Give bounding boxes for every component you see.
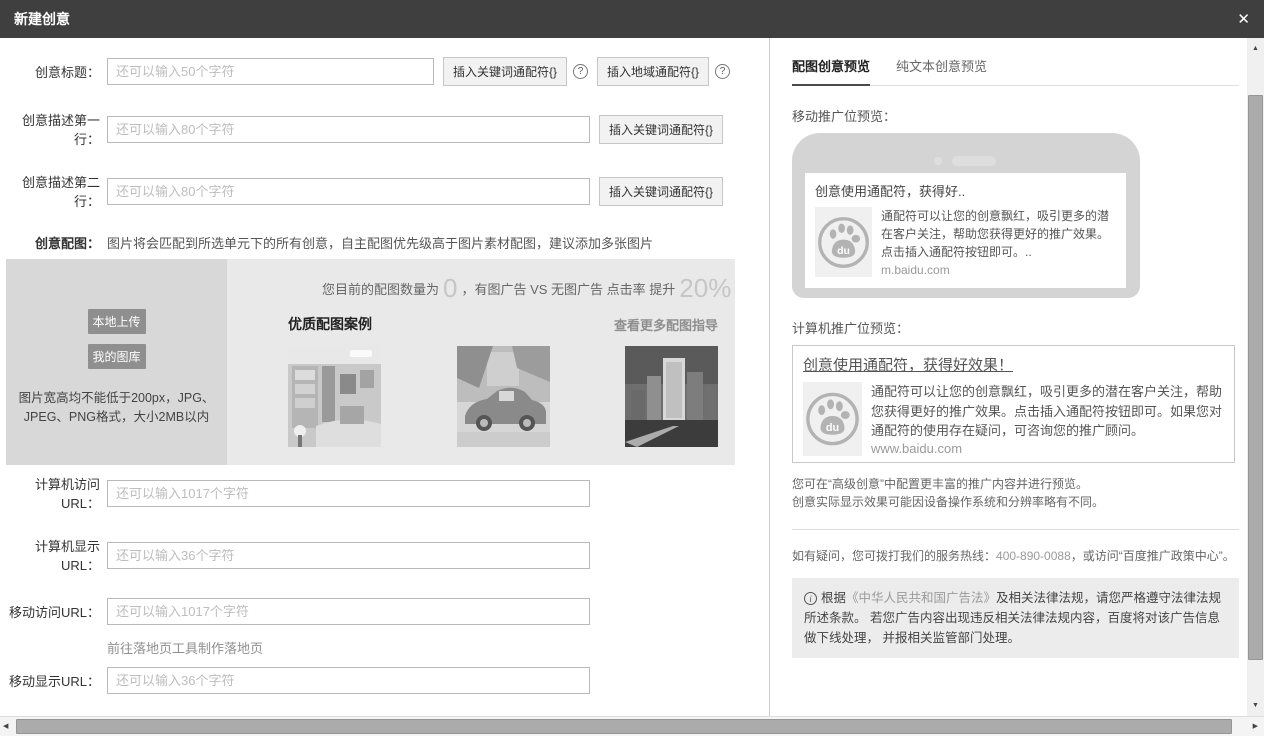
case-image-interior xyxy=(288,346,381,447)
baidu-logo-icon: du xyxy=(803,382,862,456)
creative-image-row: 创意配图： 图片将会匹配到所选单元下的所有创意，自主配图优先级高于图片素材配图，… xyxy=(0,233,769,252)
legal-notice-box: i根据《中华人民共和国广告法》及相关法律法规，请您严格遵守法律法规所述条款。 若… xyxy=(792,578,1239,658)
more-guidance-link[interactable]: 查看更多配图指导 xyxy=(614,315,718,334)
horizontal-scrollbar[interactable]: ◀ ▶ xyxy=(0,716,1264,736)
creative-image-hint: 图片将会匹配到所选单元下的所有创意，自主配图优先级高于图片素材配图，建议添加多张… xyxy=(107,233,653,252)
info-icon: i xyxy=(804,592,817,605)
pc-ad-card: 创意使用通配符，获得好效果！ du 通配符可以让您的创意飘红，吸引更多的潜在客户… xyxy=(792,345,1235,463)
preview-tabs: 配图创意预览 纯文本创意预览 xyxy=(792,56,1239,86)
pc-display-url-input[interactable] xyxy=(107,542,590,569)
pc-display-url-row: 计算机显示URL： xyxy=(0,536,769,574)
creative-image-label: 创意配图： xyxy=(0,233,100,252)
mobile-url-row: 移动访问URL： xyxy=(0,598,769,625)
image-count-value: 0 xyxy=(443,273,457,304)
creative-title-label: 创意标题： xyxy=(0,62,100,81)
description-line1-row: 创意描述第一行： 插入关键词通配符{} xyxy=(0,110,769,148)
mobile-ad-text: 通配符可以让您的创意飘红，吸引更多的潜在客户关注，帮助您获得更好的推广效果。点击… xyxy=(881,207,1116,261)
pc-ad-title: 创意使用通配符，获得好效果！ xyxy=(803,354,1224,375)
mobile-display-url-input[interactable] xyxy=(107,667,590,694)
tab-image-creative-preview[interactable]: 配图创意预览 xyxy=(792,56,870,86)
stats-prefix: 您目前的配图数量为 xyxy=(322,279,439,298)
description-line1-label: 创意描述第一行： xyxy=(0,110,100,148)
case-image-car xyxy=(457,346,550,447)
insert-keyword-wildcard-button[interactable]: 插入关键词通配符{} xyxy=(599,177,723,206)
insert-region-wildcard-button[interactable]: 插入地域通配符{} xyxy=(597,57,709,86)
pc-preview-label: 计算机推广位预览： xyxy=(792,318,1239,337)
phone-speaker-icon xyxy=(952,156,996,166)
creative-preview-pane: 配图创意预览 纯文本创意预览 移动推广位预览： 创意使用通配符，获得好.. xyxy=(770,38,1247,716)
pc-ad-text: 通配符可以让您的创意飘红，吸引更多的潜在客户关注，帮助您获得更好的推广效果。点击… xyxy=(871,382,1224,441)
horizontal-scrollbar-thumb[interactable] xyxy=(16,719,1232,734)
upload-panel: 本地上传 我的图库 图片宽高均不能低于200px，JPG、JPEG、PNG格式，… xyxy=(6,259,227,465)
dialog-header: 新建创意 ✕ xyxy=(0,0,1264,38)
mobile-display-url-row: 移动显示URL： xyxy=(0,667,769,694)
svg-text:du: du xyxy=(837,245,850,256)
mobile-url-label: 移动访问URL： xyxy=(0,602,100,621)
creative-form-pane: 创意标题： 插入关键词通配符{} ? 插入地域通配符{} ? 创意描述第一行： … xyxy=(0,38,770,716)
creative-title-row: 创意标题： 插入关键词通配符{} ? 插入地域通配符{} ? xyxy=(0,57,769,86)
description-line2-input[interactable] xyxy=(107,178,590,205)
stats-middle: ，有图广告 VS 无图广告 点击率 提升 xyxy=(461,279,675,298)
hotline-suffix: ，或访问“百度推广政策中心”。 xyxy=(1071,549,1235,563)
mobile-display-url-label: 移动显示URL： xyxy=(0,671,100,690)
preview-notes: 您可在“高级创意”中配置更丰富的推广内容并进行预览。 创意实际显示效果可能因设备… xyxy=(792,475,1239,512)
mobile-ad-url: m.baidu.com xyxy=(881,263,1116,277)
dialog-title: 新建创意 xyxy=(14,9,70,29)
preview-note-1: 您可在“高级创意”中配置更丰富的推广内容并进行预览。 xyxy=(792,475,1239,494)
case-image-buildings xyxy=(625,346,718,447)
local-upload-button[interactable]: 本地上传 xyxy=(88,309,146,334)
image-count-stats: 您目前的配图数量为 0 ，有图广告 VS 无图广告 点击率 提升 20% xyxy=(322,273,735,304)
pc-url-input[interactable] xyxy=(107,480,590,507)
tab-text-creative-preview[interactable]: 纯文本创意预览 xyxy=(896,56,987,85)
pc-ad-url: www.baidu.com xyxy=(871,441,1224,456)
ctr-lift-value: 20% xyxy=(679,273,731,304)
case-title: 优质配图案例 xyxy=(288,314,372,334)
phone-mockup: 创意使用通配符，获得好.. du xyxy=(792,133,1140,298)
insert-keyword-wildcard-button[interactable]: 插入关键词通配符{} xyxy=(599,115,723,144)
hotline-prefix: 如有疑问，您可拨打我们的服务热线： xyxy=(792,549,996,563)
new-creative-dialog: 新建创意 ✕ 创意标题： 插入关键词通配符{} ? 插入地域通配符{} ? 创意… xyxy=(0,0,1264,736)
image-requirements-text: 图片宽高均不能低于200px，JPG、JPEG、PNG格式，大小2MB以内 xyxy=(15,389,219,428)
legal-prefix: 根据 xyxy=(821,591,846,605)
mobile-url-input[interactable] xyxy=(107,598,590,625)
pc-url-row: 计算机访问URL： xyxy=(0,474,769,512)
description-line1-input[interactable] xyxy=(107,116,590,143)
svg-text:du: du xyxy=(826,422,839,434)
hotline-text: 如有疑问，您可拨打我们的服务热线：400-890-0088，或访问“百度推广政策… xyxy=(792,547,1239,564)
vertical-scrollbar[interactable]: ▲ ▼ xyxy=(1247,38,1264,716)
scroll-up-icon[interactable]: ▲ xyxy=(1247,40,1264,57)
pc-url-label: 计算机访问URL： xyxy=(0,474,100,512)
description-line2-row: 创意描述第二行： 插入关键词通配符{} xyxy=(0,172,769,210)
vertical-scrollbar-thumb[interactable] xyxy=(1248,95,1263,660)
my-library-button[interactable]: 我的图库 xyxy=(88,344,146,369)
scroll-left-icon[interactable]: ◀ xyxy=(3,717,8,736)
close-icon[interactable]: ✕ xyxy=(1237,10,1250,28)
image-upload-section: 本地上传 我的图库 图片宽高均不能低于200px，JPG、JPEG、PNG格式，… xyxy=(6,259,728,465)
help-icon[interactable]: ? xyxy=(715,64,730,79)
description-line2-label: 创意描述第二行： xyxy=(0,172,100,210)
hotline-number: 400-890-0088 xyxy=(996,549,1071,563)
image-cases-panel: 您目前的配图数量为 0 ，有图广告 VS 无图广告 点击率 提升 20% 优质配… xyxy=(227,259,735,465)
creative-title-input[interactable] xyxy=(107,58,434,85)
preview-note-2: 创意实际显示效果可能因设备操作系统和分辨率略有不同。 xyxy=(792,493,1239,512)
mobile-ad-title: 创意使用通配符，获得好.. xyxy=(815,181,1116,200)
insert-keyword-wildcard-button[interactable]: 插入关键词通配符{} xyxy=(443,57,567,86)
advertising-law-link[interactable]: 《中华人民共和国广告法》 xyxy=(846,591,996,605)
baidu-logo-icon: du xyxy=(815,207,872,277)
mobile-preview-label: 移动推广位预览： xyxy=(792,106,1239,125)
scroll-right-icon[interactable]: ▶ xyxy=(1253,717,1258,736)
pc-display-url-label: 计算机显示URL： xyxy=(0,536,100,574)
landing-page-tool-link[interactable]: 前往落地页工具制作落地页 xyxy=(107,638,769,657)
help-icon[interactable]: ? xyxy=(573,64,588,79)
divider xyxy=(792,529,1239,530)
case-block: 优质配图案例 查看更多配图指导 xyxy=(288,314,718,447)
phone-camera-icon xyxy=(934,157,942,165)
mobile-ad-card: 创意使用通配符，获得好.. du xyxy=(805,173,1126,288)
scroll-down-icon[interactable]: ▼ xyxy=(1247,697,1264,714)
